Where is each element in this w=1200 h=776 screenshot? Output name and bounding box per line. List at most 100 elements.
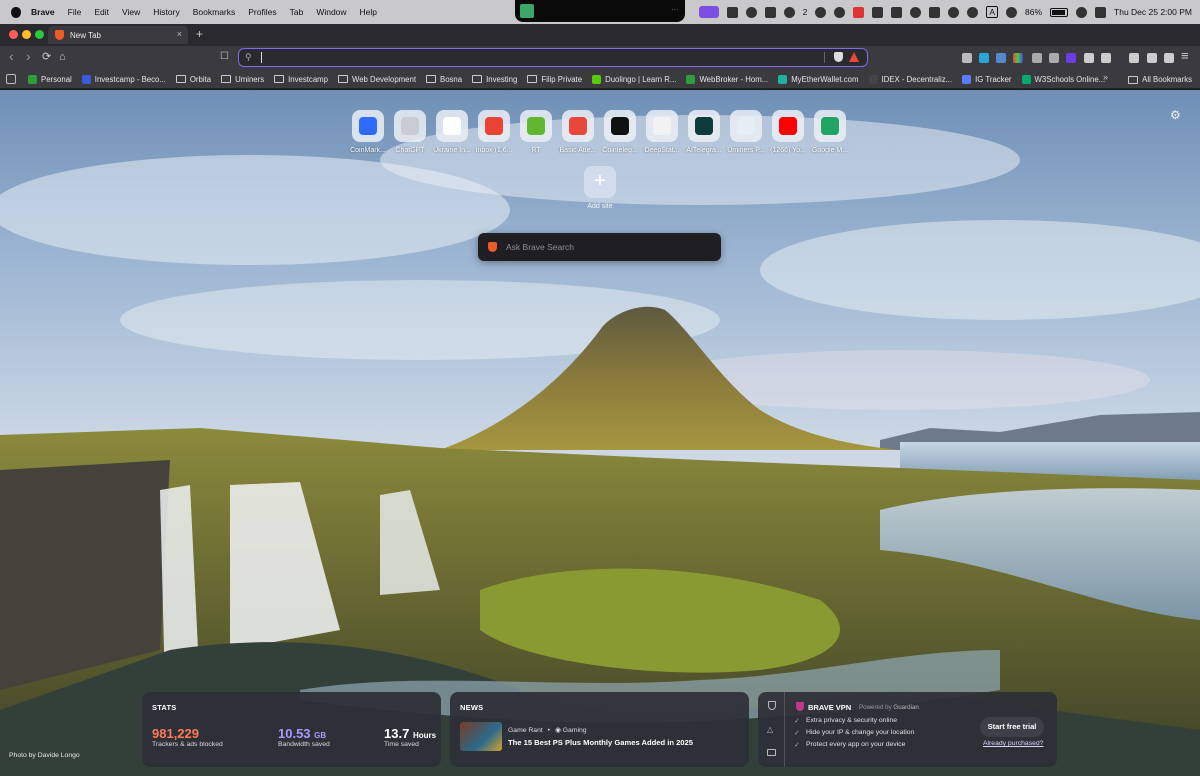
all-bookmarks-button[interactable]: All Bookmarks — [1128, 70, 1192, 89]
extension-icon-4[interactable] — [1032, 53, 1042, 63]
bookmark-item[interactable]: Orbita — [175, 75, 211, 84]
start-free-trial-button[interactable]: Start free trial — [980, 717, 1044, 737]
reload-button[interactable]: ⟳ — [42, 50, 51, 64]
news-source[interactable]: Game Rant — [508, 727, 543, 734]
camera-extension-icon[interactable] — [962, 53, 972, 63]
skype-icon[interactable] — [815, 6, 827, 18]
news-headline[interactable]: The 15 Best PS Plus Monthly Games Added … — [508, 738, 693, 747]
address-bar[interactable]: ⚲ — [238, 48, 868, 67]
menu-history[interactable]: History — [153, 7, 179, 17]
site-logo-icon — [611, 117, 629, 135]
sidebar-icon[interactable] — [1164, 53, 1174, 63]
bookmark-item[interactable]: MyEtherWallet.com — [778, 74, 859, 84]
bookmark-item[interactable]: Web Development — [338, 75, 416, 84]
menu-edit[interactable]: Edit — [94, 7, 109, 17]
wechat-icon[interactable] — [783, 6, 795, 18]
bookmark-item[interactable]: W3Schools Online... — [1021, 74, 1105, 84]
already-purchased-link[interactable]: Already purchased? — [983, 740, 1043, 747]
battery-icon[interactable] — [1050, 7, 1069, 17]
bookmark-item[interactable]: Investcamp - Beco... — [81, 74, 166, 84]
news-thumbnail[interactable] — [460, 722, 502, 751]
photo-credit[interactable]: Photo by Davide Longo — [9, 752, 80, 759]
news-widget[interactable]: NEWS Game Rant • ◉ Gaming The 15 Best PS… — [450, 692, 749, 767]
bookmark-item[interactable]: Personal — [28, 74, 72, 84]
vpn-shield-icon[interactable] — [768, 701, 776, 710]
news-meta: Game Rant • ◉ Gaming — [508, 726, 587, 734]
window-minimize-button[interactable] — [22, 30, 31, 39]
menu-file[interactable]: File — [68, 7, 82, 17]
tab-close-button[interactable]: × — [177, 29, 182, 39]
warning-triangle-icon[interactable]: △ — [767, 725, 773, 734]
back-button[interactable]: ‹ — [9, 49, 14, 63]
extension-icon-5[interactable] — [1049, 53, 1059, 63]
forward-button[interactable]: › — [26, 49, 31, 63]
menu-tab[interactable]: Tab — [290, 7, 304, 17]
gamepad-icon: ◉ — [554, 727, 561, 734]
menubar-extra-icon[interactable] — [726, 6, 738, 18]
bookmark-item[interactable]: WebBroker - Hom... — [686, 74, 768, 84]
menubar-extra-icon-5[interactable] — [891, 6, 903, 18]
extension-icon-6[interactable] — [1066, 53, 1076, 63]
bookmarks-overflow-button[interactable]: » — [1103, 72, 1108, 82]
menu-view[interactable]: View — [122, 7, 140, 17]
play-icon[interactable] — [1006, 6, 1018, 18]
bookmark-item[interactable]: Investing — [472, 75, 517, 84]
menubar-clock[interactable]: Thu Dec 25 2:00 PM — [1114, 7, 1192, 17]
extension-icon-2[interactable] — [996, 53, 1006, 63]
bookmark-item[interactable]: Investcamp — [274, 75, 328, 84]
apple-icon[interactable] — [11, 6, 21, 18]
menubar-app-icon[interactable] — [520, 4, 534, 18]
add-site-button[interactable]: + Add site — [575, 166, 625, 210]
menubar-extra-icon-4[interactable] — [872, 6, 884, 18]
screen-record-icon[interactable] — [698, 6, 719, 18]
extension-icon-3[interactable] — [1013, 53, 1023, 63]
top-site-icon — [730, 110, 762, 142]
control-center-icon[interactable] — [1095, 6, 1107, 18]
vpn-status-icon[interactable] — [948, 6, 960, 18]
bookmark-item[interactable]: Filip Private — [527, 75, 582, 84]
brave-shields-icon[interactable] — [834, 52, 843, 62]
site-logo-icon — [779, 117, 797, 135]
menu-window[interactable]: Window — [316, 7, 346, 17]
brave-rewards-icon[interactable] — [849, 52, 859, 62]
top-site-tile[interactable]: Google M... — [805, 110, 855, 154]
input-source-indicator[interactable]: A — [986, 6, 999, 18]
apps-grid-icon[interactable] — [6, 74, 16, 84]
menubar-extra-icon-3[interactable] — [764, 6, 776, 18]
window-close-button[interactable] — [9, 30, 18, 39]
more-icon[interactable]: ··· — [671, 5, 679, 14]
bookmark-page-button[interactable]: ☐ — [220, 50, 229, 64]
bookmark-item[interactable]: IDEX - Decentraliz... — [868, 74, 952, 84]
bookmark-item[interactable]: Duolingo | Learn R... — [592, 74, 676, 84]
brave-search-box[interactable]: Ask Brave Search — [478, 233, 721, 261]
menu-bookmarks[interactable]: Bookmarks — [193, 7, 236, 17]
profile-icon[interactable] — [1101, 53, 1111, 63]
airdrop-icon[interactable] — [967, 6, 979, 18]
bookmark-item[interactable]: IG Tracker — [962, 74, 1012, 84]
home-button[interactable]: ⌂ — [59, 50, 66, 64]
wifi-icon[interactable] — [1076, 6, 1088, 18]
window-zoom-button[interactable] — [35, 30, 44, 39]
extension-icon-1[interactable] — [979, 53, 989, 63]
divider — [824, 52, 825, 63]
bookmark-item[interactable]: Bosna — [426, 75, 462, 84]
new-tab-button[interactable]: + — [196, 27, 203, 41]
menu-app-brave[interactable]: Brave — [31, 7, 55, 17]
phone-icon[interactable] — [834, 6, 846, 18]
tab-new-tab[interactable]: New Tab × — [48, 26, 188, 44]
customize-gear-icon[interactable]: ⚙ — [1170, 108, 1181, 122]
menu-profiles[interactable]: Profiles — [248, 7, 276, 17]
menubar-extra-icon-2[interactable] — [745, 6, 757, 18]
news-title: NEWS — [460, 703, 484, 712]
notification-icon[interactable] — [853, 6, 865, 18]
main-menu-button[interactable]: ≡ — [1181, 49, 1189, 63]
wallet-icon[interactable] — [1129, 53, 1139, 63]
user-icon[interactable] — [910, 6, 922, 18]
menu-help[interactable]: Help — [360, 7, 377, 17]
bookmark-item[interactable]: Uminers — [221, 75, 264, 84]
card-icon[interactable] — [767, 749, 776, 756]
bluetooth-icon[interactable] — [929, 6, 941, 18]
leo-ai-icon[interactable] — [1147, 53, 1157, 63]
bookmark-label: MyEtherWallet.com — [791, 74, 859, 84]
extensions-puzzle-icon[interactable] — [1084, 53, 1094, 63]
